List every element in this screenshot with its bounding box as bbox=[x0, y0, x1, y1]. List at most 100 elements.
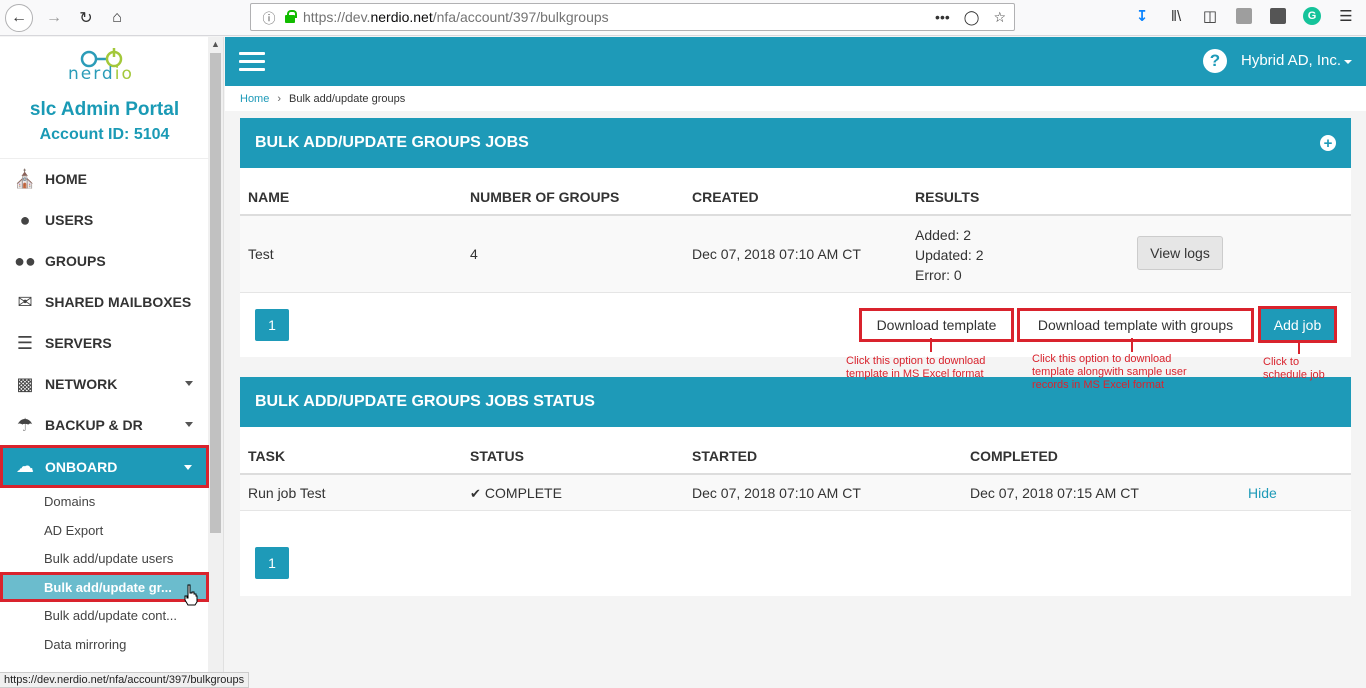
cell-task: Run job Test bbox=[248, 485, 326, 501]
submenu-item-ad-export[interactable]: AD Export bbox=[0, 516, 209, 544]
cell-completed: Dec 07, 2018 07:15 AM CT bbox=[970, 485, 1139, 501]
sidebar-icon[interactable]: ◫ bbox=[1200, 6, 1220, 26]
sidebar-item-shared-mailboxes[interactable]: ✉ SHARED MAILBOXES bbox=[0, 282, 209, 322]
cell-number-of-groups: 4 bbox=[470, 246, 478, 262]
sidebar-item-groups[interactable]: ●● GROUPS bbox=[0, 241, 209, 281]
umbrella-icon: ☂ bbox=[16, 414, 34, 435]
url-bar[interactable]: ⓘ https://dev.nerdio.net/nfa/account/397… bbox=[250, 3, 1015, 31]
pagination-page-1[interactable]: 1 bbox=[255, 309, 289, 341]
add-circle-icon[interactable]: + bbox=[1320, 135, 1336, 151]
column-header-started: STARTED bbox=[692, 448, 758, 464]
column-header-created: CREATED bbox=[692, 189, 759, 205]
chevron-down-icon bbox=[184, 465, 192, 470]
sidebar-item-label: SERVERS bbox=[45, 335, 112, 351]
sidebar-item-label: SHARED MAILBOXES bbox=[45, 294, 192, 310]
hand-cursor-icon bbox=[184, 584, 198, 606]
chevron-down-icon bbox=[185, 422, 193, 427]
sitemap-icon: ▩ bbox=[16, 373, 34, 394]
add-job-button[interactable]: Add job bbox=[1258, 306, 1337, 343]
sidebar-item-label: NETWORK bbox=[45, 376, 118, 392]
cell-status: ✔ COMPLETE bbox=[470, 485, 562, 502]
hamburger-menu-icon[interactable] bbox=[239, 52, 265, 72]
annotation-download-template-groups: Click this option to download template a… bbox=[1032, 353, 1187, 391]
sidebar-item-label: GROUPS bbox=[45, 253, 106, 269]
panel-title: BULK ADD/UPDATE GROUPS JOBS bbox=[255, 134, 529, 151]
lock-icon bbox=[283, 10, 297, 24]
table-header: TASK STATUS STARTED COMPLETED bbox=[240, 427, 1351, 475]
cell-results-added: Added: 2 bbox=[915, 227, 972, 243]
info-icon[interactable]: ⓘ bbox=[257, 8, 281, 27]
column-header-completed: COMPLETED bbox=[970, 448, 1058, 464]
sidebar-item-label: ONBOARD bbox=[45, 458, 118, 475]
sidebar-item-label: USERS bbox=[45, 212, 94, 228]
view-logs-button[interactable]: View logs bbox=[1137, 236, 1223, 270]
sidebar-item-onboard[interactable]: ☁ ONBOARD bbox=[0, 445, 209, 488]
hide-link[interactable]: Hide bbox=[1248, 485, 1277, 501]
scrollbar-thumb[interactable] bbox=[210, 53, 221, 533]
home-icon: ⛪ bbox=[13, 168, 37, 189]
column-header-results: RESULTS bbox=[915, 189, 980, 205]
column-header-task: TASK bbox=[248, 448, 286, 464]
scroll-up-icon[interactable]: ▲ bbox=[208, 39, 223, 49]
status-panel: BULK ADD/UPDATE GROUPS JOBS STATUS TASK … bbox=[240, 377, 1351, 596]
logo-text: nerdio bbox=[68, 64, 134, 84]
sidebar-item-servers[interactable]: ☰ SERVERS bbox=[0, 323, 209, 363]
user-icon: ● bbox=[19, 209, 31, 230]
company-dropdown[interactable]: Hybrid AD, Inc. bbox=[1241, 52, 1341, 69]
cell-status-text: COMPLETE bbox=[484, 485, 562, 501]
check-icon: ✔ bbox=[470, 486, 481, 501]
submenu-item-bulk-contacts[interactable]: Bulk add/update cont... bbox=[0, 601, 209, 629]
grammarly-icon[interactable]: G bbox=[1302, 6, 1322, 26]
browser-toolbar: ← → ↻ ⌂ ⓘ https://dev.nerdio.net/nfa/acc… bbox=[0, 0, 1366, 36]
cloud-upload-icon: ☁ bbox=[16, 456, 34, 476]
submenu-item-bulk-groups[interactable]: Bulk add/update gr... bbox=[0, 572, 209, 602]
home-icon[interactable]: ⌂ bbox=[103, 4, 131, 32]
sidebar-item-network[interactable]: ▩ NETWORK bbox=[0, 364, 209, 404]
annotation-line bbox=[1298, 342, 1300, 354]
submenu-item-data-mirroring[interactable]: Data mirroring bbox=[0, 630, 209, 658]
help-icon[interactable]: ? bbox=[1203, 49, 1227, 73]
cell-name: Test bbox=[248, 246, 274, 262]
url-text[interactable]: https://dev.nerdio.net/nfa/account/397/b… bbox=[303, 9, 935, 25]
library-icon[interactable]: ‖\ bbox=[1166, 6, 1186, 26]
annotation-line bbox=[930, 338, 932, 352]
jobs-panel: BULK ADD/UPDATE GROUPS JOBS + NAME NUMBE… bbox=[240, 118, 1351, 357]
table-row: Run job Test ✔ COMPLETE Dec 07, 2018 07:1… bbox=[240, 475, 1351, 511]
bookmark-star-icon[interactable]: ☆ bbox=[993, 9, 1006, 26]
download-icon[interactable]: ↧ bbox=[1132, 6, 1152, 26]
submenu-item-domains[interactable]: Domains bbox=[0, 487, 209, 515]
chevron-down-icon bbox=[1344, 60, 1352, 64]
extension-dark-icon[interactable] bbox=[1268, 6, 1288, 26]
back-icon[interactable]: ← bbox=[5, 4, 33, 32]
menu-icon[interactable]: ☰ bbox=[1336, 6, 1356, 26]
breadcrumb-current: Bulk add/update groups bbox=[289, 92, 406, 105]
panel-title: BULK ADD/UPDATE GROUPS JOBS STATUS bbox=[255, 393, 595, 410]
users-group-icon: ●● bbox=[14, 250, 36, 271]
sidebar-item-users[interactable]: ● USERS bbox=[0, 200, 209, 240]
column-header-name: NAME bbox=[248, 189, 290, 205]
submenu-item-bulk-users[interactable]: Bulk add/update users bbox=[0, 544, 209, 572]
top-navbar: ? Hybrid AD, Inc. bbox=[225, 37, 1366, 86]
sidebar-item-label: BACKUP & DR bbox=[45, 417, 143, 433]
pocket-icon[interactable]: ◯ bbox=[964, 9, 980, 26]
account-id: Account ID: 5104 bbox=[39, 126, 170, 143]
cell-created: Dec 07, 2018 07:10 AM CT bbox=[692, 246, 861, 262]
forward-icon[interactable]: → bbox=[40, 4, 68, 32]
download-template-with-groups-button[interactable]: Download template with groups bbox=[1017, 308, 1254, 342]
extension-icon[interactable] bbox=[1234, 6, 1254, 26]
breadcrumb-home[interactable]: Home bbox=[240, 93, 269, 105]
table-header: NAME NUMBER OF GROUPS CREATED RESULTS bbox=[240, 168, 1351, 216]
cell-results-updated: Updated: 2 bbox=[915, 247, 984, 263]
pagination-page-1[interactable]: 1 bbox=[255, 547, 289, 579]
breadcrumb: Home › Bulk add/update groups bbox=[225, 86, 1366, 111]
sidebar-item-home[interactable]: ⛪ HOME bbox=[0, 159, 209, 199]
sidebar-scrollbar[interactable]: ▲ bbox=[208, 37, 223, 688]
portal-title: slc Admin Portal bbox=[29, 99, 180, 120]
more-actions-icon[interactable]: ••• bbox=[935, 9, 950, 26]
breadcrumb-separator: › bbox=[277, 92, 282, 105]
sidebar-item-backup-dr[interactable]: ☂ BACKUP & DR bbox=[0, 405, 209, 445]
status-bar-url: https://dev.nerdio.net/nfa/account/397/b… bbox=[0, 672, 250, 688]
download-template-button[interactable]: Download template bbox=[859, 308, 1014, 342]
column-header-number-of-groups: NUMBER OF GROUPS bbox=[470, 189, 620, 205]
reload-icon[interactable]: ↻ bbox=[72, 4, 100, 32]
